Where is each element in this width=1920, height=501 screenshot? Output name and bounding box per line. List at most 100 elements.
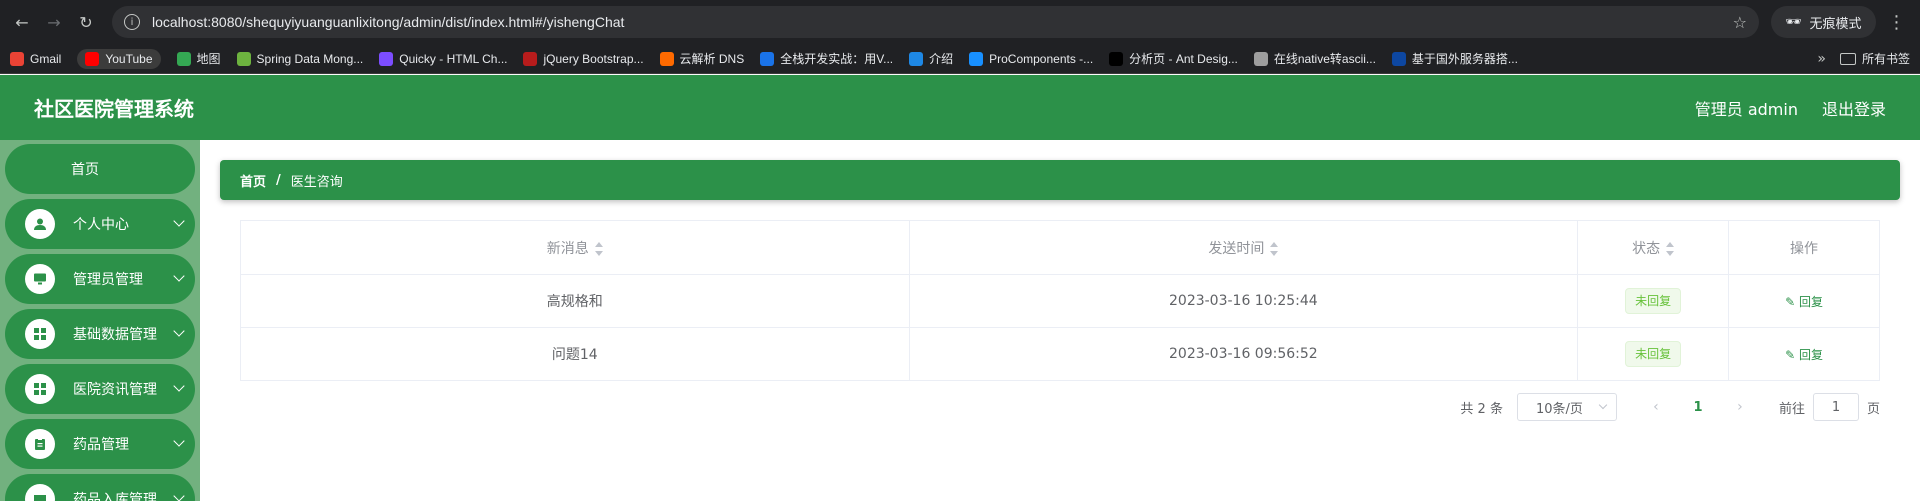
page-number[interactable]: 1 <box>1683 400 1713 415</box>
bookmark-label: 全栈开发实战：用V... <box>780 52 894 66</box>
bookmark-item[interactable]: jQuery Bootstrap... <box>523 51 644 66</box>
cell-status: 未回复 <box>1577 274 1730 328</box>
goto-page-input[interactable] <box>1812 393 1859 421</box>
bookmarks-bar: Gmail YouTube 地图 Spring Data Mong... Quicky … <box>0 44 1920 74</box>
chevron-down-icon <box>173 380 185 392</box>
status-badge: 未回复 <box>1625 341 1682 367</box>
forward-icon[interactable]: → <box>40 8 68 36</box>
page-size-select[interactable]: 10条/页 <box>1516 393 1617 421</box>
bookmark-item[interactable]: 分析页 - Ant Desig... <box>1109 50 1238 67</box>
bookmark-item[interactable]: 在线native转ascii... <box>1253 50 1376 67</box>
grid-icon <box>25 374 55 404</box>
chevron-down-icon <box>173 215 185 227</box>
chevron-down-icon <box>173 490 185 501</box>
sidebar-item-label: 首页 <box>71 162 99 178</box>
table-row: 问题14 2023-03-16 09:56:52 未回复 ✎ 回复 <box>240 327 1880 381</box>
consult-table: 新消息 发送时间 状态 操作 高规格和 2023-03-16 10:25:44 … <box>240 220 1880 381</box>
sidebar-item-label: 个人中心 <box>73 217 129 233</box>
bookmark-label: 基于国外服务器搭... <box>1411 52 1518 66</box>
bookmark-label: 地图 <box>196 52 221 66</box>
sidebar-item-drug-stock[interactable]: 药品入库管理 <box>5 474 195 501</box>
sidebar-item-news[interactable]: 医院资讯管理 <box>5 364 195 414</box>
incognito-badge[interactable]: 🕶 无痕模式 <box>1771 6 1876 38</box>
folder-icon <box>1839 52 1856 65</box>
sort-icon[interactable] <box>1270 241 1279 256</box>
bookmark-favicon-icon <box>969 51 984 66</box>
column-header-time[interactable]: 发送时间 <box>908 220 1579 275</box>
pagination: 共 2 条 10条/页 ‹ 1 › 前往 页 <box>1460 393 1880 421</box>
chevron-down-icon <box>173 270 185 282</box>
reply-button[interactable]: ✎ 回复 <box>1785 348 1823 362</box>
goto-page: 前往 页 <box>1779 393 1880 421</box>
bookmark-item[interactable]: Spring Data Mong... <box>236 51 363 66</box>
logout-button[interactable]: 退出登录 <box>1822 96 1886 120</box>
cell-status: 未回复 <box>1577 327 1730 381</box>
sidebar-item-admin[interactable]: 管理员管理 <box>5 254 195 304</box>
sort-icon[interactable] <box>594 241 603 256</box>
status-badge: 未回复 <box>1625 288 1682 314</box>
page-size-value: 10条/页 <box>1535 401 1583 417</box>
bookmark-item[interactable]: Gmail <box>10 51 61 66</box>
bookmark-favicon-icon <box>85 51 100 66</box>
breadcrumb-separator: / <box>276 172 281 188</box>
breadcrumb: 首页 / 医生咨询 <box>220 160 1900 200</box>
sidebar-item-label: 药品入库管理 <box>73 492 157 501</box>
column-header-message[interactable]: 新消息 <box>240 220 910 275</box>
sidebar: 首页 个人中心 管理员管理 基础数据管理 医院资讯管理 药品管理 药品入库管理 <box>0 140 200 501</box>
bookmark-item[interactable]: 地图 <box>176 50 221 67</box>
breadcrumb-home[interactable]: 首页 <box>240 171 266 190</box>
bookmark-item[interactable]: 全栈开发实战：用V... <box>760 50 893 67</box>
table-row: 高规格和 2023-03-16 10:25:44 未回复 ✎ 回复 <box>240 274 1880 328</box>
bookmark-item[interactable]: 云解析 DNS <box>659 50 745 67</box>
bookmark-label: 云解析 DNS <box>679 52 745 66</box>
bookmark-item[interactable]: 基于国外服务器搭... <box>1391 50 1518 67</box>
page-label: 页 <box>1866 401 1880 417</box>
bookmark-favicon-icon <box>379 51 394 66</box>
bookmark-item[interactable]: ProComponents -... <box>969 51 1093 66</box>
bookmark-favicon-icon <box>1109 51 1124 66</box>
url-text[interactable]: localhost:8080/shequyiyuanguanlixitong/a… <box>152 14 1733 30</box>
pagination-total: 共 2 条 <box>1460 401 1503 417</box>
cell-action: ✎ 回复 <box>1728 274 1880 328</box>
sidebar-item-basedata[interactable]: 基础数据管理 <box>5 309 195 359</box>
bookmark-item[interactable]: YouTube <box>77 48 161 69</box>
user-icon <box>25 209 55 239</box>
current-user: 管理员 admin <box>1694 99 1798 119</box>
menu-icon[interactable]: ⋮ <box>1888 12 1906 33</box>
more-bookmarks-icon[interactable]: » <box>1817 51 1826 67</box>
bookmark-favicon-icon <box>10 51 24 66</box>
reply-button[interactable]: ✎ 回复 <box>1785 295 1823 309</box>
bookmark-item[interactable]: 介绍 <box>909 50 953 67</box>
prev-page-button[interactable]: ‹ <box>1641 399 1671 415</box>
goto-label: 前往 <box>1778 401 1805 417</box>
site-info-icon[interactable]: i <box>124 14 140 30</box>
bookmark-item[interactable]: Quicky - HTML Ch... <box>379 51 507 66</box>
sort-icon[interactable] <box>1666 241 1675 256</box>
reload-icon[interactable]: ↻ <box>72 8 100 36</box>
sidebar-item-profile[interactable]: 个人中心 <box>5 199 195 249</box>
back-icon[interactable]: ← <box>8 8 36 36</box>
app-header: 社区医院管理系统 管理员 admin 退出登录 <box>0 75 1920 140</box>
incognito-label: 无痕模式 <box>1809 16 1862 32</box>
bookmark-favicon-icon <box>1253 51 1268 66</box>
all-bookmarks[interactable]: 所有书签 <box>1839 50 1910 67</box>
sidebar-item-label: 药品管理 <box>73 437 129 453</box>
breadcrumb-current: 医生咨询 <box>290 174 343 190</box>
bookmark-favicon-icon <box>659 51 674 66</box>
bookmark-star-icon[interactable]: ☆ <box>1733 13 1747 32</box>
clipboard-icon <box>25 429 55 459</box>
cell-message: 高规格和 <box>240 274 910 328</box>
column-header-status[interactable]: 状态 <box>1577 220 1730 275</box>
address-bar[interactable]: i localhost:8080/shequyiyuanguanlixitong… <box>112 6 1759 38</box>
bookmark-favicon-icon <box>236 51 251 66</box>
bookmark-favicon-icon <box>176 51 191 66</box>
next-page-button[interactable]: › <box>1725 399 1755 415</box>
sidebar-item-label: 基础数据管理 <box>73 327 157 343</box>
box-icon <box>25 484 55 501</box>
sidebar-item-drugs[interactable]: 药品管理 <box>5 419 195 469</box>
sidebar-item-home[interactable]: 首页 <box>5 144 195 194</box>
cell-time: 2023-03-16 10:25:44 <box>908 274 1579 328</box>
cell-action: ✎ 回复 <box>1728 327 1880 381</box>
cell-message: 问题14 <box>240 327 910 381</box>
monitor-icon <box>25 264 55 294</box>
